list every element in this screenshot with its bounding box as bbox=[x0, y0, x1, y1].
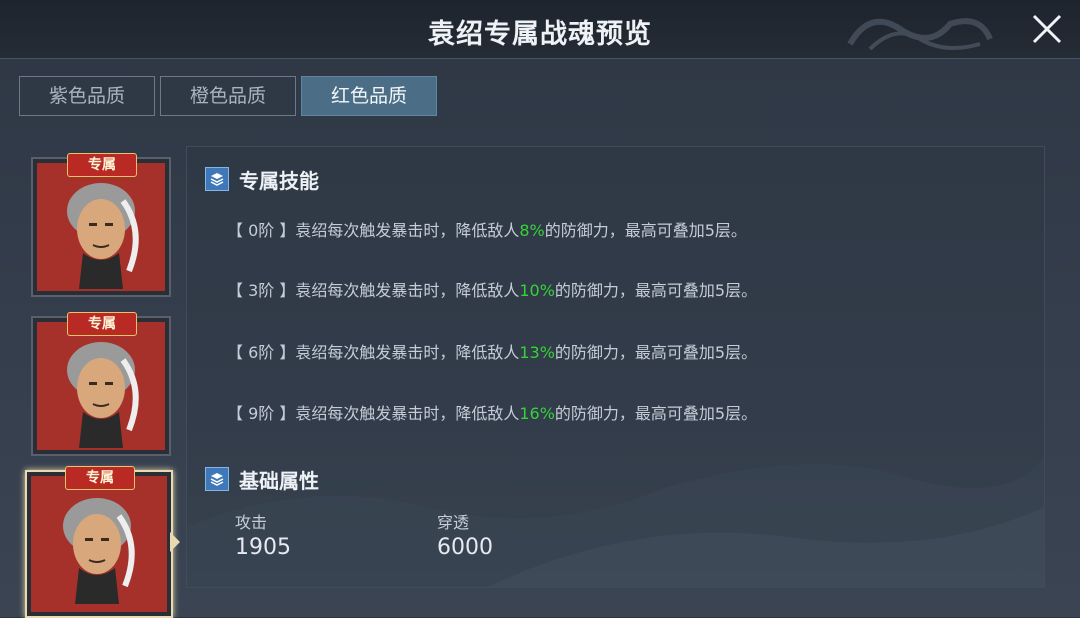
attr-section-title: 基础属性 bbox=[239, 468, 319, 493]
skill-section-header: 专属技能 bbox=[205, 165, 319, 193]
skill-value: 10% bbox=[519, 281, 555, 300]
tab-red-quality[interactable]: 红色品质 bbox=[301, 76, 437, 116]
selection-arrow-icon bbox=[170, 532, 180, 552]
page-title: 袁绍专属战魂预览 bbox=[428, 19, 652, 50]
hero-face-icon bbox=[63, 498, 135, 604]
close-icon[interactable] bbox=[1028, 10, 1066, 48]
skill-value: 16% bbox=[519, 404, 555, 423]
tab-purple-quality[interactable]: 紫色品质 bbox=[19, 76, 155, 116]
skill-text: 的防御力，最高可叠加5层。 bbox=[554, 343, 758, 362]
hero-portrait-3[interactable]: 专属 bbox=[25, 466, 173, 618]
hero-face-icon bbox=[67, 342, 139, 448]
skill-line: 【 9阶 】袁绍每次触发暴击时，降低敌人16%的防御力，最高可叠加5层。 bbox=[227, 400, 757, 424]
skill-text: 的防御力，最高可叠加5层。 bbox=[554, 404, 758, 423]
skill-text: 【 3阶 】袁绍每次触发暴击时，降低敌人 bbox=[227, 281, 520, 300]
hero-portrait-2[interactable]: 专属 bbox=[31, 312, 171, 456]
title-bar: 袁绍专属战魂预览 bbox=[0, 0, 1080, 59]
skill-value: 13% bbox=[519, 343, 555, 362]
tab-orange-quality[interactable]: 橙色品质 bbox=[160, 76, 296, 116]
skill-section-title: 专属技能 bbox=[239, 168, 319, 193]
skill-line: 【 0阶 】袁绍每次触发暴击时，降低敌人8%的防御力，最高可叠加5层。 bbox=[227, 217, 747, 241]
skill-text: 的防御力，最高可叠加5层。 bbox=[544, 221, 747, 240]
skill-text: 的防御力，最高可叠加5层。 bbox=[554, 281, 758, 300]
layers-icon bbox=[205, 167, 229, 191]
skill-line: 【 6阶 】袁绍每次触发暴击时，降低敌人13%的防御力，最高可叠加5层。 bbox=[227, 339, 757, 363]
skill-value: 8% bbox=[519, 221, 545, 240]
layers-icon bbox=[205, 467, 229, 491]
exclusive-badge: 专属 bbox=[67, 312, 137, 336]
skill-text: 【 9阶 】袁绍每次触发暴击时，降低敌人 bbox=[227, 404, 520, 423]
info-panel: 专属技能 【 0阶 】袁绍每次触发暴击时，降低敌人8%的防御力，最高可叠加5层。… bbox=[186, 146, 1045, 588]
attr-section-header: 基础属性 bbox=[205, 465, 319, 493]
attack-label: 攻击 bbox=[235, 513, 268, 532]
skill-text: 【 6阶 】袁绍每次触发暴击时，降低敌人 bbox=[227, 343, 520, 362]
hero-face-icon bbox=[67, 183, 139, 289]
skill-line: 【 3阶 】袁绍每次触发暴击时，降低敌人10%的防御力，最高可叠加5层。 bbox=[227, 277, 757, 301]
attack-value: 1905 bbox=[235, 535, 291, 560]
exclusive-badge: 专属 bbox=[67, 153, 137, 177]
penetration-value: 6000 bbox=[437, 535, 493, 560]
dialog-frame: 袁绍专属战魂预览 紫色品质 橙色品质 红色品质 专属 专属 专属 专属技能 【 … bbox=[0, 0, 1080, 618]
skill-text: 【 0阶 】袁绍每次触发暴击时，降低敌人 bbox=[227, 221, 520, 240]
penetration-label: 穿透 bbox=[437, 513, 470, 532]
exclusive-badge: 专属 bbox=[65, 466, 135, 490]
hero-portrait-1[interactable]: 专属 bbox=[31, 153, 171, 297]
